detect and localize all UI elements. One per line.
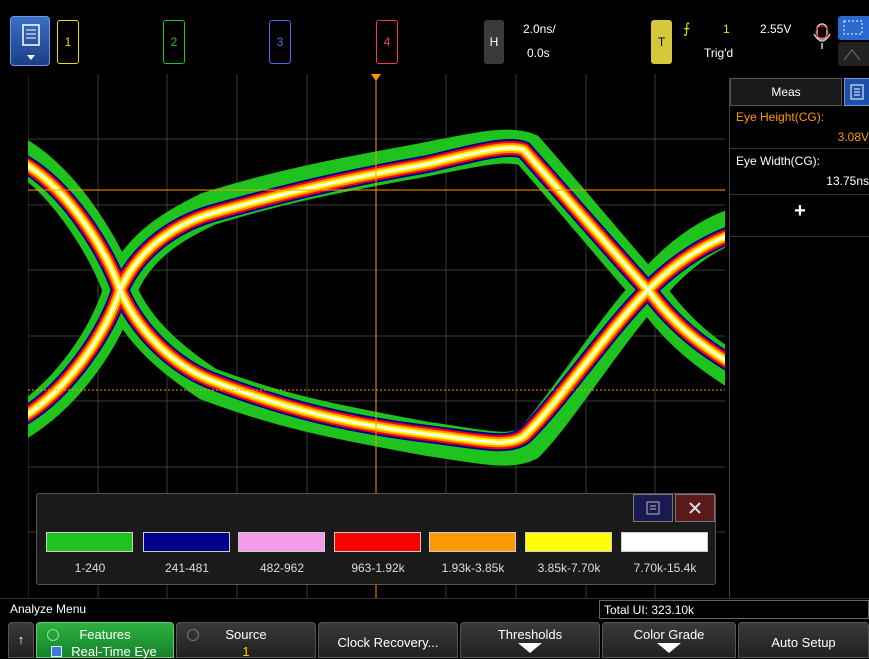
measurement-side-panel: Meas Eye Height(CG): 3.08V Eye Width(CG)… (729, 78, 869, 598)
features-label: Features (79, 627, 131, 642)
thresholds-label: Thresholds (497, 627, 563, 642)
meas-divider (730, 194, 869, 195)
trigger-status: Trig'd (704, 46, 734, 60)
submenu-arrow-icon (518, 643, 542, 653)
list-icon (646, 501, 660, 515)
channel-2-label: 2 (170, 35, 178, 49)
microphone-icon[interactable] (812, 22, 832, 52)
trigger-edge-icon: ⨍ (683, 20, 691, 36)
meas-eye-height-suffix: (CG): (794, 110, 825, 124)
thresholds-softkey[interactable]: Thresholds (460, 622, 600, 658)
total-ui-readout: Total UI: 323.10k (599, 600, 869, 619)
horizontal-label: H (489, 35, 499, 49)
menu-icon (22, 24, 40, 60)
menu-title: Analyze Menu (10, 602, 87, 616)
status-bar: Analyze Menu Total UI: 323.10k (0, 598, 869, 620)
legend-label-6: 3.85k-7.70k (537, 561, 601, 575)
legend-swatch-1 (46, 532, 133, 552)
timebase-value: 2.0ns/ (523, 22, 556, 36)
legend-menu-button[interactable] (633, 494, 673, 522)
trigger-button[interactable]: T (651, 20, 672, 64)
top-status-bar: 1 2 3 4 H 2.0ns/ 0.0s T ⨍ 1 Trig'd 2.55V (0, 0, 869, 74)
trigger-label: T (657, 35, 666, 49)
channel-1-label: 1 (64, 35, 72, 49)
softkey-bar: ↑ Features Real-Time Eye Source 1 Clock … (0, 620, 869, 659)
color-grade-softkey[interactable]: Color Grade (602, 622, 736, 658)
legend-swatch-2 (143, 532, 230, 552)
clock-recovery-label: Clock Recovery... (337, 635, 439, 650)
submenu-arrow-icon (657, 643, 681, 653)
trigger-position-marker[interactable] (371, 74, 381, 81)
channel-2-button[interactable]: 2 (163, 20, 185, 64)
legend-label-2: 241-481 (164, 561, 210, 575)
meas-divider (730, 236, 869, 237)
legend-swatch-5 (429, 532, 516, 552)
features-value: Real-Time Eye (71, 644, 157, 659)
meas-eye-height-value: 3.08V (837, 130, 869, 144)
back-arrow-icon: ↑ (17, 632, 25, 647)
meas-divider (730, 148, 869, 149)
auto-setup-label: Auto Setup (771, 635, 836, 650)
color-grade-legend: 1-240 241-481 482-962 963-1.92k 1.93k-3.… (36, 493, 716, 585)
back-button[interactable]: ↑ (8, 622, 34, 658)
trigger-source: 1 (723, 22, 730, 36)
source-value: 1 (242, 644, 250, 659)
meas-eye-width-name: Eye Width(CG): (736, 154, 821, 168)
features-softkey[interactable]: Features Real-Time Eye (36, 622, 174, 659)
channel-4-label: 4 (383, 35, 391, 49)
main-menu-button[interactable] (10, 16, 50, 66)
clock-recovery-softkey[interactable]: Clock Recovery... (318, 622, 458, 658)
list-icon (850, 84, 864, 100)
legend-close-button[interactable] (675, 494, 715, 522)
meas-eye-height-name: Eye Height(CG): (736, 110, 824, 124)
legend-swatch-3 (238, 532, 325, 552)
channel-3-label: 3 (276, 35, 284, 49)
delay-value: 0.0s (527, 46, 550, 60)
legend-swatch-7 (621, 532, 708, 552)
legend-label-1: 1-240 (74, 561, 106, 575)
legend-swatch-6 (525, 532, 612, 552)
tab-list[interactable] (844, 78, 869, 106)
tab-meas[interactable]: Meas (730, 78, 842, 106)
legend-label-3: 482-962 (259, 561, 305, 575)
zoom-select-icon[interactable] (838, 16, 869, 40)
trigger-level: 2.55V (760, 22, 792, 36)
tab-meas-label: Meas (771, 85, 801, 99)
meas-eye-height-label: Eye Height (736, 110, 795, 124)
channel-3-button[interactable]: 3 (269, 20, 291, 64)
horizontal-button[interactable]: H (484, 20, 504, 64)
auto-setup-softkey[interactable]: Auto Setup (738, 622, 869, 658)
legend-label-4: 963-1.92k (351, 561, 405, 575)
add-measurement-button[interactable]: + (730, 200, 869, 223)
close-icon (689, 502, 701, 514)
meas-eye-width-value: 13.75ns (826, 174, 869, 188)
source-label: Source (225, 627, 267, 642)
channel-1-button[interactable]: 1 (57, 20, 79, 64)
cursor-select-icon[interactable] (838, 42, 869, 66)
legend-label-7: 7.70k-15.4k (633, 561, 697, 575)
source-softkey[interactable]: Source 1 (176, 622, 316, 659)
legend-label-5: 1.93k-3.85k (441, 561, 505, 575)
channel-4-button[interactable]: 4 (376, 20, 398, 64)
legend-swatch-4 (334, 532, 421, 552)
color-grade-label: Color Grade (633, 627, 705, 642)
